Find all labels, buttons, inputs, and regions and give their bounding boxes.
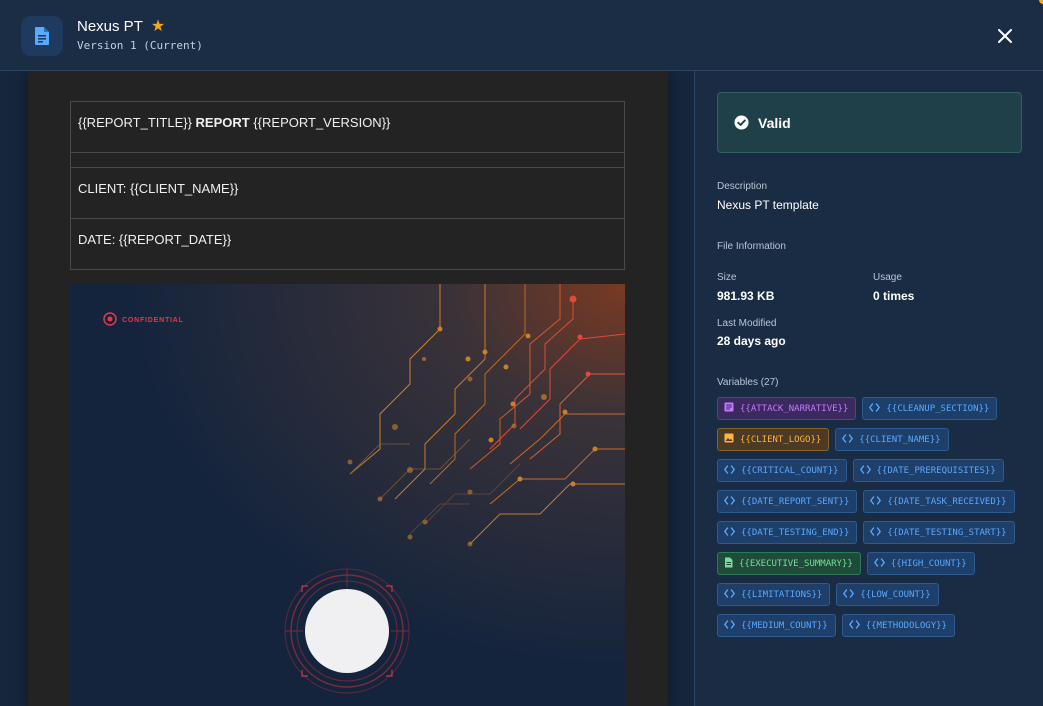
file-icon bbox=[21, 16, 63, 56]
code-icon bbox=[724, 619, 735, 632]
variable-chip[interactable]: {{DATE_TESTING_END}} bbox=[717, 521, 858, 544]
document-lines-icon bbox=[724, 402, 734, 415]
variable-name: {{CLIENT_LOGO}} bbox=[740, 434, 822, 445]
variable-name: {{DATE_PREREQUISITES}} bbox=[876, 465, 996, 476]
code-icon bbox=[848, 619, 860, 632]
variable-chip[interactable]: {{HIGH_COUNT}} bbox=[866, 552, 975, 575]
variable-name: {{LOW_COUNT}} bbox=[860, 589, 931, 600]
variable-chip[interactable]: {{CLEANUP_SECTION}} bbox=[862, 397, 998, 420]
code-icon bbox=[859, 464, 871, 477]
description-label: Description bbox=[717, 181, 768, 192]
file-info-heading: File Information bbox=[717, 241, 786, 252]
variables-label: Variables (27) bbox=[717, 377, 779, 388]
code-icon bbox=[724, 464, 735, 477]
validation-status: Valid bbox=[717, 92, 1022, 153]
variables-list: {{ATTACK_NARRATIVE}} {{CLEANUP_SECTION}} {… bbox=[717, 397, 1027, 637]
details-panel: Valid Description Nexus PT template File… bbox=[696, 71, 1043, 706]
modal-header: Nexus PT ★ Version 1 (Current) bbox=[0, 0, 1043, 71]
variable-name: {{MEDIUM_COUNT}} bbox=[741, 620, 828, 631]
code-icon bbox=[842, 433, 854, 446]
variable-name: {{DATE_TESTING_START}} bbox=[887, 527, 1007, 538]
variable-name: {{LIMITATIONS}} bbox=[741, 589, 823, 600]
version-label: Version 1 (Current) bbox=[77, 39, 203, 52]
document-page: {{REPORT_TITLE}} REPORT {{REPORT_VERSION… bbox=[28, 71, 668, 706]
spacer-row bbox=[71, 153, 624, 168]
code-icon bbox=[870, 526, 882, 539]
template-name: Nexus PT bbox=[77, 18, 143, 35]
modified-value: 28 days ago bbox=[717, 334, 786, 348]
code-icon bbox=[843, 588, 855, 601]
code-icon bbox=[870, 495, 882, 508]
description-value: Nexus PT template bbox=[717, 198, 819, 212]
code-icon bbox=[724, 495, 735, 508]
variable-name: {{ATTACK_NARRATIVE}} bbox=[740, 403, 849, 414]
variable-name: {{EXECUTIVE_SUMMARY}} bbox=[739, 558, 853, 569]
star-icon[interactable]: ★ bbox=[151, 18, 165, 35]
variable-chip[interactable]: {{LIMITATIONS}} bbox=[717, 583, 831, 606]
code-icon bbox=[873, 557, 885, 570]
variable-chip[interactable]: {{DATE_REPORT_SENT}} bbox=[717, 490, 858, 513]
document-preview[interactable]: {{REPORT_TITLE}} REPORT {{REPORT_VERSION… bbox=[0, 71, 695, 706]
variable-name: {{DATE_TASK_RECEIVED}} bbox=[887, 496, 1007, 507]
validation-label: Valid bbox=[758, 114, 791, 131]
report-title-row: {{REPORT_TITLE}} REPORT {{REPORT_VERSION… bbox=[71, 102, 624, 153]
variable-name: {{CLEANUP_SECTION}} bbox=[886, 403, 990, 414]
usage-label: Usage bbox=[873, 272, 902, 283]
variable-chip[interactable]: {{ATTACK_NARRATIVE}} bbox=[717, 397, 857, 420]
variable-name: {{HIGH_COUNT}} bbox=[890, 558, 967, 569]
client-row: CLIENT: {{CLIENT_NAME}} bbox=[71, 168, 624, 219]
code-icon bbox=[724, 588, 735, 601]
code-icon bbox=[869, 402, 881, 415]
corner-indicator bbox=[1039, 0, 1043, 4]
close-icon bbox=[998, 29, 1012, 43]
variable-chip[interactable]: {{CLIENT_LOGO}} bbox=[717, 428, 830, 451]
image-icon bbox=[724, 433, 734, 446]
confidential-text: CONFIDENTIAL bbox=[122, 317, 184, 324]
variable-chip[interactable]: {{DATE_TESTING_START}} bbox=[863, 521, 1015, 544]
report-header-table: {{REPORT_TITLE}} REPORT {{REPORT_VERSION… bbox=[70, 101, 625, 270]
variable-chip[interactable]: {{LOW_COUNT}} bbox=[836, 583, 939, 606]
usage-value: 0 times bbox=[873, 289, 915, 303]
report-word: REPORT bbox=[195, 115, 250, 130]
variable-chip[interactable]: {{MEDIUM_COUNT}} bbox=[717, 614, 836, 637]
variable-chip[interactable]: {{METHODOLOGY}} bbox=[841, 614, 955, 637]
variable-name: {{DATE_TESTING_END}} bbox=[741, 527, 850, 538]
report-title-placeholder: {{REPORT_TITLE}} bbox=[78, 115, 196, 130]
modified-label: Last Modified bbox=[717, 318, 777, 329]
close-button[interactable] bbox=[993, 24, 1017, 48]
size-value: 981.93 KB bbox=[717, 289, 775, 303]
check-circle-icon bbox=[734, 115, 749, 130]
variable-chip[interactable]: {{EXECUTIVE_SUMMARY}} bbox=[717, 552, 861, 575]
cover-image: CONFIDENTIAL bbox=[70, 284, 625, 706]
date-row: DATE: {{REPORT_DATE}} bbox=[78, 232, 232, 247]
report-version-placeholder: {{REPORT_VERSION}} bbox=[249, 115, 391, 130]
variable-chip[interactable]: {{CLIENT_NAME}} bbox=[835, 428, 949, 451]
variable-name: {{METHODOLOGY}} bbox=[865, 620, 947, 631]
document-icon bbox=[724, 557, 733, 571]
variable-name: {{CLIENT_NAME}} bbox=[859, 434, 941, 445]
size-label: Size bbox=[717, 272, 737, 283]
variable-name: {{DATE_REPORT_SENT}} bbox=[741, 496, 850, 507]
variable-chip[interactable]: {{CRITICAL_COUNT}} bbox=[717, 459, 847, 482]
code-icon bbox=[724, 526, 735, 539]
variable-chip[interactable]: {{DATE_PREREQUISITES}} bbox=[852, 459, 1004, 482]
variable-chip[interactable]: {{DATE_TASK_RECEIVED}} bbox=[863, 490, 1015, 513]
template-title: Nexus PT ★ bbox=[77, 18, 165, 35]
variable-name: {{CRITICAL_COUNT}} bbox=[741, 465, 839, 476]
